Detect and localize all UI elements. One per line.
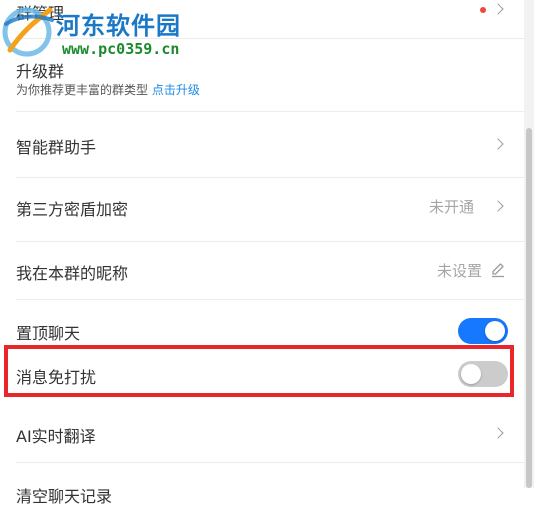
upgrade-group-desc: 为你推荐更丰富的群类型 点击升级 [16, 81, 200, 98]
toggle-knob [485, 321, 505, 341]
scrollbar[interactable] [524, 0, 534, 488]
upgrade-desc-text: 为你推荐更丰富的群类型 [16, 83, 149, 97]
pencil-edit-icon[interactable] [490, 262, 506, 278]
row-smart-assistant[interactable]: 智能群助手 [0, 112, 524, 178]
row-pin-chat: 置顶聊天 [0, 300, 524, 348]
my-nickname-value: 未设置 [436, 262, 482, 280]
chevron-right-icon [492, 427, 504, 439]
group-settings-panel: 群管理 升级群 为你推荐更丰富的群类型 点击升级 智能群助手 第三方密盾加密 未… [0, 0, 524, 506]
upgrade-link[interactable]: 点击升级 [152, 83, 200, 97]
third-party-shield-label: 第三方密盾加密 [16, 200, 129, 219]
clear-history-label: 清空聊天记录 [16, 487, 113, 506]
watermark-url: www.pc0359.cn [62, 40, 180, 58]
row-my-nickname[interactable]: 我在本群的昵称 未设置 [0, 242, 524, 300]
row-third-party-shield[interactable]: 第三方密盾加密 未开通 [0, 178, 524, 242]
watermark-title: 河东软件园 [56, 12, 181, 40]
new-badge-dot [480, 7, 486, 13]
chevron-right-icon [492, 200, 504, 212]
watermark: 河东软件园 www.pc0359.cn [0, 0, 210, 66]
row-clear-history[interactable]: 清空聊天记录 [0, 463, 524, 506]
third-party-shield-status: 未开通 [428, 198, 474, 216]
pin-chat-label: 置顶聊天 [16, 324, 81, 343]
row-ai-translate[interactable]: AI实时翻译 [0, 402, 524, 464]
pin-chat-toggle[interactable] [458, 318, 508, 344]
scrollbar-thumb[interactable] [526, 128, 532, 488]
my-nickname-label: 我在本群的昵称 [16, 264, 129, 283]
hedong-logo-icon [2, 7, 54, 57]
chevron-right-icon [492, 3, 504, 15]
highlight-box [4, 345, 514, 397]
smart-assistant-label: 智能群助手 [16, 138, 97, 157]
ai-translate-label: AI实时翻译 [16, 427, 96, 446]
chevron-right-icon [492, 138, 504, 150]
